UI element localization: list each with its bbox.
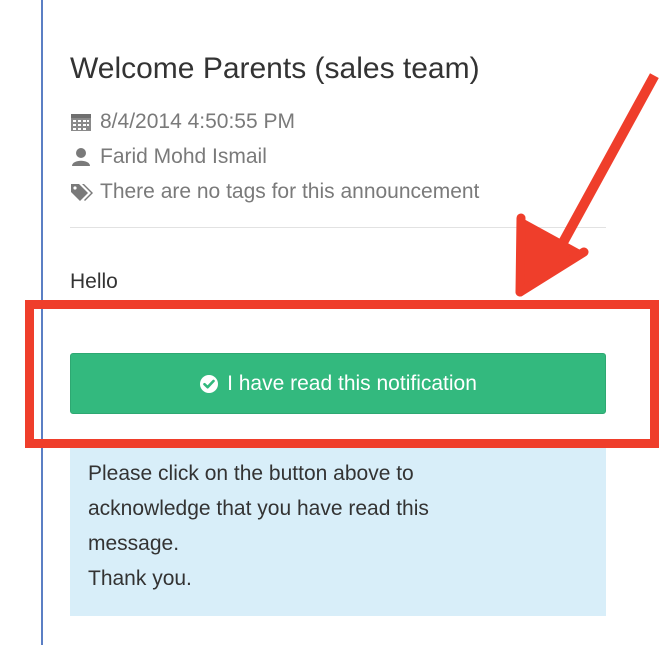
announcement-date: 8/4/2014 4:50:55 PM [70,110,295,134]
divider [70,227,606,228]
calendar-icon [70,112,94,132]
announcement-author: Farid Mohd Ismail [70,145,267,169]
date-text: 8/4/2014 4:50:55 PM [100,110,295,133]
info-line: acknowledge that you have read this [88,497,429,520]
info-line: Thank you. [88,567,192,590]
info-line: message. [88,532,180,555]
user-icon [70,147,94,167]
info-message-box: Please click on the button above to ackn… [70,440,606,616]
tags-text: There are no tags for this announcement [100,180,480,203]
info-line: Please click on the button above to [88,462,414,485]
announcement-tags: There are no tags for this announcement [70,180,479,204]
author-text: Farid Mohd Ismail [100,145,267,168]
announcement-title: Welcome Parents (sales team) [70,52,480,85]
tags-icon [70,182,94,202]
page: Welcome Parents (sales team) 8/4/2014 4:… [0,0,667,645]
highlight-rectangle [25,300,659,448]
announcement-body: Hello [70,270,118,293]
